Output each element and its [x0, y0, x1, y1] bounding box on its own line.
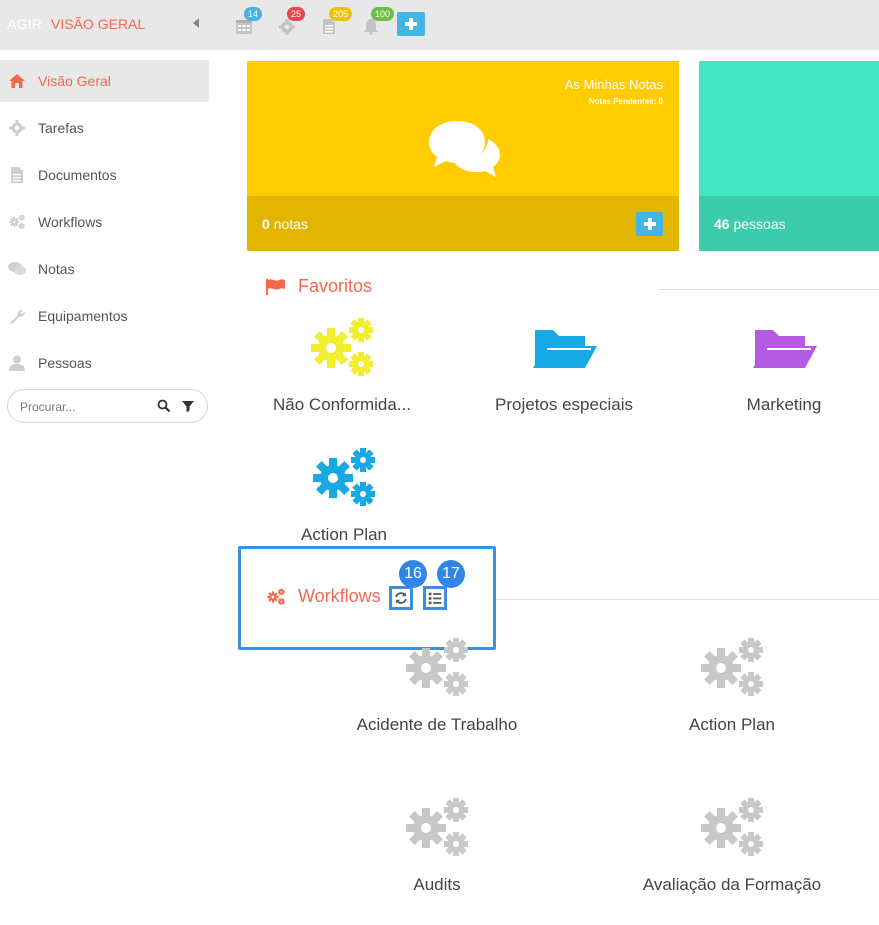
chat-icon [8, 262, 26, 275]
favorite-item-label: Projetos especiais [495, 395, 633, 414]
search-input[interactable] [20, 398, 150, 416]
favorite-item-projetos-especiais[interactable]: Projetos especiais [449, 316, 679, 426]
favorite-item-action-plan[interactable]: Action Plan [229, 446, 459, 556]
sidebar-item-label: Equipamentos [38, 308, 128, 324]
workflow-item-label: Avaliação da Formação [642, 875, 822, 894]
notes-card-footer: 0 notas [247, 196, 679, 251]
refresh-icon [395, 592, 407, 604]
list-button[interactable] [423, 586, 447, 610]
gears-icon [307, 316, 377, 380]
favorite-item-label: Marketing [746, 395, 822, 414]
flag-icon [266, 279, 285, 295]
refresh-button[interactable] [389, 586, 413, 610]
wrench-icon [10, 309, 25, 324]
add-note-button[interactable] [636, 212, 663, 236]
workflow-item-avaliacao-da-formacao[interactable]: Avaliação da Formação [617, 796, 847, 906]
add-button[interactable] [397, 12, 425, 36]
workflows-title: Workflows [298, 586, 381, 606]
people-count-unit: pessoas [733, 216, 786, 232]
favorite-item-nao-conformidades[interactable]: Não Conformida... [227, 316, 457, 426]
sidebar-item-label: Workflows [38, 214, 103, 230]
brand: AGIR VISÃO GERAL [7, 16, 145, 32]
refresh-step-badge: 16 [399, 560, 427, 588]
current-section: VISÃO GERAL [51, 16, 146, 32]
home-icon [9, 74, 25, 88]
tasks-badge: 25 [287, 7, 306, 21]
sidebar-item-label: Visão Geral [38, 73, 111, 89]
sidebar-item-tarefas[interactable]: Tarefas [0, 107, 209, 149]
tasks-button[interactable]: 25 [278, 7, 306, 36]
sidebar-item-workflows[interactable]: Workflows [0, 201, 209, 243]
workflow-item-label: Audits [413, 875, 461, 894]
my-notes-card[interactable]: As Minhas Notas Notas Pendentes: 0 0 not… [247, 61, 679, 251]
sidebar-item-label: Pessoas [38, 355, 92, 371]
notifications-button[interactable]: 100 [362, 7, 395, 36]
gears-icon [697, 636, 767, 700]
top-bar: AGIR VISÃO GERAL 14 25 205 100 [0, 0, 879, 50]
user-icon [9, 355, 25, 371]
notes-count-unit: notas [273, 216, 308, 232]
plus-icon [405, 18, 417, 30]
sidebar-item-pessoas[interactable]: Pessoas [0, 342, 209, 384]
sidebar-item-label: Tarefas [38, 120, 84, 136]
list-icon [428, 592, 442, 605]
sidebar-item-visao-geral[interactable]: Visão Geral [0, 60, 209, 102]
favorites-title: Favoritos [298, 276, 373, 296]
people-count: 46 pessoas [714, 216, 786, 232]
documents-button[interactable]: 205 [320, 7, 353, 36]
workflow-item-label: Acidente de Trabalho [356, 715, 518, 734]
filter-icon[interactable] [181, 399, 195, 413]
workflow-item-label: Action Plan [689, 715, 775, 734]
favorite-item-label: Action Plan [301, 525, 387, 544]
plus-icon [643, 218, 656, 230]
document-icon [11, 167, 23, 183]
gears-icon [402, 796, 472, 860]
chat-icon [429, 121, 500, 177]
gear-icon [9, 120, 25, 136]
gears-icon [309, 446, 379, 510]
collapse-sidebar-icon[interactable] [193, 18, 199, 28]
favorite-item-label: Não Conformida... [273, 395, 411, 414]
sidebar-item-documentos[interactable]: Documentos [0, 154, 209, 196]
workflow-item-acidente-de-trabalho[interactable]: Acidente de Trabalho [322, 636, 552, 746]
people-card[interactable]: 46 pessoas [699, 61, 879, 251]
app-name[interactable]: AGIR [7, 16, 42, 32]
list-step-badge: 17 [437, 560, 465, 588]
sidebar-item-notas[interactable]: Notas [0, 248, 209, 290]
calendar-button[interactable]: 14 [235, 7, 263, 36]
calendar-badge: 14 [244, 7, 263, 21]
notes-count-value: 0 [262, 216, 270, 232]
search-icon[interactable] [157, 399, 171, 413]
sidebar-item-equipamentos[interactable]: Equipamentos [0, 295, 209, 337]
favorites-divider [659, 289, 879, 290]
favorite-item-marketing[interactable]: Marketing [669, 316, 879, 426]
workflows-divider [496, 599, 879, 600]
notes-count: 0 notas [262, 216, 308, 232]
sidebar-item-label: Notas [38, 261, 75, 277]
gears-icon [402, 636, 472, 700]
notifications-badge: 100 [371, 7, 395, 21]
gears-icon [697, 796, 767, 860]
search-box [7, 389, 208, 423]
workflow-item-audits[interactable]: Audits [322, 796, 552, 906]
people-card-footer: 46 pessoas [699, 196, 879, 251]
notes-card-subtitle: Notas Pendentes: 0 [588, 97, 663, 106]
gears-icon [8, 214, 26, 230]
sidebar: Visão Geral Tarefas Documentos Workflows… [0, 50, 215, 925]
sidebar-item-label: Documentos [38, 167, 117, 183]
workflow-item-action-plan[interactable]: Action Plan [617, 636, 847, 746]
folder-open-icon [749, 316, 819, 380]
people-count-value: 46 [714, 216, 730, 232]
gears-icon [266, 588, 286, 606]
notes-card-title: As Minhas Notas [564, 77, 663, 92]
documents-badge: 205 [329, 7, 353, 21]
folder-open-icon [529, 316, 599, 380]
